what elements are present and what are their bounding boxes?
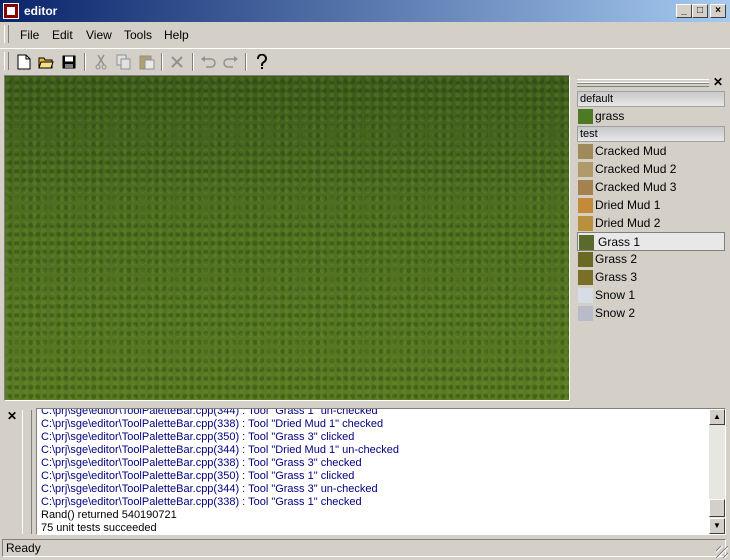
menu-bar: File Edit View Tools Help — [0, 22, 730, 46]
log-line: C:\prj\sge\editor\ToolPaletteBar.cpp(344… — [41, 483, 378, 495]
texture-swatch — [578, 144, 593, 159]
palette-item-label: Grass 2 — [595, 252, 638, 266]
save-icon[interactable] — [60, 53, 78, 71]
status-bar: Ready — [0, 537, 730, 560]
scroll-up-icon[interactable]: ▲ — [709, 409, 725, 425]
palette-close-icon[interactable]: ✕ — [713, 75, 723, 89]
palette-item-snow-1[interactable]: Snow 1 — [577, 286, 725, 304]
log-line: C:\prj\sge\editor\ToolPaletteBar.cpp(350… — [41, 470, 355, 482]
log-scrollbar[interactable]: ▲ ▼ — [709, 409, 725, 534]
palette-item-dried-mud-1[interactable]: Dried Mud 1 — [577, 196, 725, 214]
maximize-button[interactable]: □ — [692, 4, 708, 18]
palette-item-grass-3[interactable]: Grass 3 — [577, 268, 725, 286]
log-close-icon[interactable]: ✕ — [7, 409, 17, 423]
log-line: C:\prj\sge\editor\ToolPaletteBar.cpp(344… — [41, 408, 378, 417]
window-title: editor — [24, 4, 58, 18]
toolbar-separator — [192, 53, 194, 71]
app-icon[interactable] — [3, 3, 19, 19]
log-lines: C:\prj\sge\editor\ToolPaletteBar.cpp(344… — [41, 408, 707, 534]
log-line: C:\prj\sge\editor\ToolPaletteBar.cpp(344… — [41, 444, 399, 456]
menu-grip[interactable] — [4, 25, 9, 43]
toolbar — [0, 48, 730, 74]
palette-item-label: Dried Mud 1 — [595, 198, 661, 212]
texture-swatch — [578, 216, 593, 231]
toolbar-separator — [84, 53, 86, 71]
toolbar-grip[interactable] — [4, 52, 9, 70]
palette-grip[interactable] — [577, 79, 709, 87]
toolbar-separator — [245, 53, 247, 71]
palette-item-cracked-mud-2[interactable]: Cracked Mud 2 — [577, 160, 725, 178]
texture-swatch — [578, 252, 593, 267]
palette-item-label: grass — [595, 109, 625, 123]
palette-group-default[interactable]: default — [577, 91, 725, 107]
output-log[interactable]: C:\prj\sge\editor\ToolPaletteBar.cpp(344… — [36, 408, 726, 535]
tool-palette: ✕ default grass test Cracked Mud Cracked… — [575, 75, 727, 401]
palette-item-label: Snow 2 — [595, 306, 636, 320]
log-line: 75 unit tests succeeded — [41, 522, 157, 534]
status-text: Ready — [2, 539, 726, 557]
palette-group-test[interactable]: test — [577, 126, 725, 142]
palette-item-label: Grass 1 — [598, 235, 641, 249]
redo-icon[interactable] — [222, 53, 240, 71]
scroll-thumb[interactable] — [709, 499, 725, 517]
menu-file[interactable]: File — [20, 28, 39, 42]
log-line: C:\prj\sge\editor\ToolPaletteBar.cpp(338… — [41, 457, 362, 469]
palette-item-label: Grass 3 — [595, 270, 638, 284]
new-file-icon[interactable] — [15, 53, 33, 71]
texture-swatch — [578, 306, 593, 321]
open-folder-icon[interactable] — [37, 53, 55, 71]
minimize-button[interactable]: _ — [676, 4, 692, 18]
menu-tools[interactable]: Tools — [124, 28, 152, 42]
menu-view[interactable]: View — [86, 28, 112, 42]
undo-icon[interactable] — [199, 53, 217, 71]
texture-swatch — [579, 235, 594, 250]
texture-swatch — [578, 109, 593, 124]
log-line: C:\prj\sge\editor\ToolPaletteBar.cpp(350… — [41, 431, 355, 443]
cut-icon[interactable] — [92, 53, 110, 71]
delete-icon[interactable] — [168, 53, 186, 71]
copy-icon[interactable] — [115, 53, 133, 71]
palette-item-label: Snow 1 — [595, 288, 636, 302]
palette-item-label: Cracked Mud 2 — [595, 162, 677, 176]
log-line: Rand() returned 540190721 — [41, 509, 177, 521]
menu-help[interactable]: Help — [164, 28, 189, 42]
log-line: C:\prj\sge\editor\ToolPaletteBar.cpp(338… — [41, 496, 362, 508]
terrain-viewport[interactable] — [4, 75, 570, 401]
help-icon[interactable] — [253, 53, 271, 71]
log-line: C:\prj\sge\editor\ToolPaletteBar.cpp(338… — [41, 418, 384, 430]
texture-swatch — [578, 162, 593, 177]
menu-edit[interactable]: Edit — [52, 28, 73, 42]
texture-swatch — [578, 270, 593, 285]
palette-item-grass[interactable]: grass — [577, 107, 725, 125]
scroll-down-icon[interactable]: ▼ — [709, 518, 725, 534]
palette-item-snow-2[interactable]: Snow 2 — [577, 304, 725, 322]
panel-splitter[interactable] — [0, 403, 730, 407]
close-button[interactable]: × — [710, 4, 726, 18]
log-grip[interactable] — [22, 410, 32, 534]
palette-item-label: Cracked Mud — [595, 144, 667, 158]
resize-grip-icon[interactable] — [716, 546, 728, 558]
palette-item-grass-2[interactable]: Grass 2 — [577, 250, 725, 268]
palette-item-grass-1[interactable]: Grass 1 — [577, 232, 725, 251]
texture-swatch — [578, 198, 593, 213]
title-bar: editor _ □ × — [0, 0, 730, 22]
palette-item-cracked-mud[interactable]: Cracked Mud — [577, 142, 725, 160]
palette-item-label: Dried Mud 2 — [595, 216, 661, 230]
paste-icon[interactable] — [138, 53, 156, 71]
texture-swatch — [578, 288, 593, 303]
palette-item-cracked-mud-3[interactable]: Cracked Mud 3 — [577, 178, 725, 196]
texture-swatch — [578, 180, 593, 195]
palette-item-label: Cracked Mud 3 — [595, 180, 677, 194]
toolbar-separator — [161, 53, 163, 71]
palette-item-dried-mud-2[interactable]: Dried Mud 2 — [577, 214, 725, 232]
